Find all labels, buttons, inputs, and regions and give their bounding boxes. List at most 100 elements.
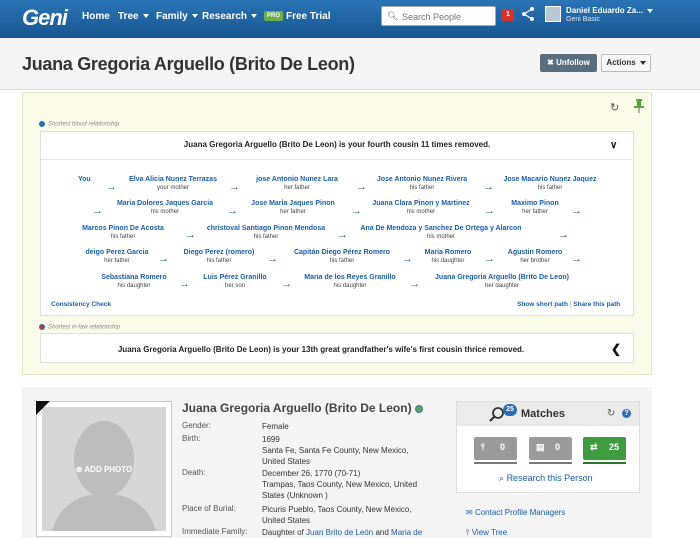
arrow-right-icon: → <box>227 205 238 217</box>
chevron-down-icon <box>251 14 258 19</box>
path-person-link[interactable]: Maria Dolores Jaques Garcia <box>112 199 218 208</box>
arrow-right-icon: → <box>484 253 495 265</box>
share-icon[interactable] <box>520 6 536 22</box>
contact-managers-link[interactable]: ✉ Contact Profile Managers <box>466 508 565 517</box>
chevron-down-icon <box>142 14 149 19</box>
path-relation: your mother <box>156 185 189 191</box>
death-label: Death: <box>182 468 206 477</box>
nav-tree[interactable]: Tree <box>118 11 149 22</box>
arrow-right-icon: → <box>484 205 495 217</box>
refresh-icon[interactable]: ↻ <box>607 408 615 419</box>
path-person-link[interactable]: Diego Perez (romero) <box>178 248 260 257</box>
arrow-right-icon: → <box>229 181 240 193</box>
path-links: Show short path | Share this path <box>517 301 620 308</box>
path-relation: his father <box>206 258 232 264</box>
tree-matches-tile[interactable]: ⇄ 25 <box>583 437 626 460</box>
path-person-link[interactable]: You <box>78 175 91 184</box>
tile-underline <box>474 462 517 464</box>
inlaw-relationship-label: Shortest in-law relationship <box>39 324 120 331</box>
path-person-link[interactable]: Maria de los Reyes Granillo <box>297 273 403 282</box>
geni-logo[interactable]: Geni <box>22 5 70 30</box>
family-prefix: Daughter of <box>262 528 304 537</box>
chevron-left-icon[interactable]: ❮ <box>611 342 621 356</box>
family-and: and <box>375 528 389 537</box>
unfollow-button[interactable]: ✖ Unfollow <box>540 54 597 72</box>
smart-matches-tile[interactable]: ⫯ 0 <box>474 437 517 460</box>
view-tree-link[interactable]: ⫯ View Tree <box>466 528 507 538</box>
mother-link[interactable]: Maria de <box>391 528 422 537</box>
path-person-link[interactable]: Maximo Pinon <box>500 199 570 208</box>
profile-photo-frame[interactable]: ⊕ ADD PHOTO <box>36 401 172 537</box>
path-person-link[interactable]: Ana De Mendoza y Sanchez De Ortega y Ala… <box>353 224 529 233</box>
help-icon[interactable]: ? <box>622 409 631 418</box>
path-relation: his father <box>253 234 279 240</box>
path-relation: her son <box>224 283 245 289</box>
notification-badge[interactable]: 1 <box>502 9 514 21</box>
arrow-right-icon: → <box>158 253 169 265</box>
blood-summary: Juana Gregoria Arguello (Brito De Leon) … <box>183 140 491 149</box>
nav-research[interactable]: Research <box>202 11 258 22</box>
free-trial-link[interactable]: Free Trial <box>286 11 330 22</box>
tree-matches-count: 25 <box>609 442 620 452</box>
path-person-link[interactable]: Juana Gregoria Arguello (Brito De Leon) <box>427 273 577 282</box>
search-input[interactable] <box>402 10 492 23</box>
envelope-icon: ✉ <box>466 508 473 517</box>
actions-button[interactable]: Actions <box>601 54 651 72</box>
refresh-icon[interactable]: ↻ <box>610 101 619 114</box>
research-person-link[interactable]: ⌕ Research this Person <box>499 473 593 484</box>
add-photo-button[interactable]: ⊕ ADD PHOTO <box>42 465 166 474</box>
profile-silhouette: ⊕ ADD PHOTO <box>42 407 166 531</box>
path-person-link[interactable]: Marcos Pinon De Acosta <box>73 224 173 233</box>
death-date: December 26, 1770 (70-71) <box>262 469 361 478</box>
path-step: christoval Santiago Pinon Mendosa his fat… <box>202 224 330 242</box>
path-person-link[interactable]: María Romero <box>418 248 478 257</box>
birth-place: Santa Fe, Santa Fe County, New Mexico, U… <box>262 446 409 466</box>
path-person-link[interactable]: Jose Antonio Nunez Rivera <box>372 175 472 184</box>
path-step: Maria Dolores Jaques Garcia his mother <box>112 199 218 217</box>
consistency-check-link[interactable]: Consistency Check <box>51 301 111 308</box>
arrow-right-icon: → <box>483 181 494 193</box>
blood-summary-row[interactable]: Juana Gregoria Arguello (Brito De Leon) … <box>41 132 633 160</box>
pin-icon[interactable] <box>634 99 644 113</box>
nav-home[interactable]: Home <box>82 11 110 22</box>
chevron-down-icon <box>191 14 198 19</box>
tree-icon: ⫯ <box>481 442 485 452</box>
avatar[interactable] <box>545 6 561 22</box>
path-person-link[interactable]: Luis Pérez Granillo <box>198 273 272 282</box>
path-person-link[interactable]: jose Antonio Nunez Lara <box>247 175 347 184</box>
path-person-link[interactable]: Jose Maria Jaques Pinon <box>243 199 343 208</box>
show-short-path-link[interactable]: Show short path <box>517 301 568 308</box>
family-value: Daughter of Juan Brito de León and Maria… <box>262 527 462 538</box>
father-link[interactable]: Juan Brito de León <box>306 528 373 537</box>
path-person-link[interactable]: christoval Santiago Pinon Mendosa <box>202 224 330 233</box>
nav-family[interactable]: Family <box>156 11 198 22</box>
sync-icon: ⇄ <box>590 442 598 452</box>
unfollow-label: Unfollow <box>556 58 590 67</box>
birth-label: Birth: <box>182 434 201 443</box>
path-person-link[interactable]: Capitán Diego Pérez Romero <box>286 248 398 257</box>
search-box[interactable]: 🔍︎ <box>381 6 496 26</box>
actions-label: Actions <box>606 58 636 67</box>
record-matches-count: 0 <box>555 442 561 452</box>
user-name[interactable]: Daniel Eduardo Za... <box>566 6 653 15</box>
share-path-link[interactable]: Share this path <box>573 301 620 308</box>
nav-research-label: Research <box>202 11 248 22</box>
path-relation: her father <box>104 258 130 264</box>
inlaw-relationship-box[interactable]: Juana Gregoria Arguello (Brito De Leon) … <box>40 333 634 363</box>
path-person-link[interactable]: deigo Perez Garcia <box>81 248 153 257</box>
add-photo-label: ADD PHOTO <box>84 465 133 474</box>
path-person-link[interactable]: Elva Alicia Nunez Terrazas <box>123 175 223 184</box>
burial-label: Place of Burial: <box>182 504 236 513</box>
path-relation: her father <box>280 209 306 215</box>
path-step: Marcos Pinon De Acosta his father <box>73 224 173 242</box>
path-person-link[interactable]: Agustin Romero <box>502 248 568 257</box>
path-relation: his daughter <box>333 283 367 289</box>
birth-value: 1699 Santa Fe, Santa Fe County, New Mexi… <box>262 434 430 467</box>
chevron-down-icon[interactable]: ∨ <box>610 140 617 151</box>
path-person-link[interactable]: Sebastiana Romero <box>97 273 171 282</box>
path-person-link[interactable]: Jose Macario Nunez Jaquez <box>500 175 600 184</box>
path-person-link[interactable]: Juana Clara Pinon y Martinez <box>367 199 475 208</box>
chevron-down-icon <box>646 8 653 13</box>
blood-relationship-box: Juana Gregoria Arguello (Brito De Leon) … <box>40 131 634 316</box>
record-matches-tile[interactable]: ▤ 0 <box>529 437 572 460</box>
